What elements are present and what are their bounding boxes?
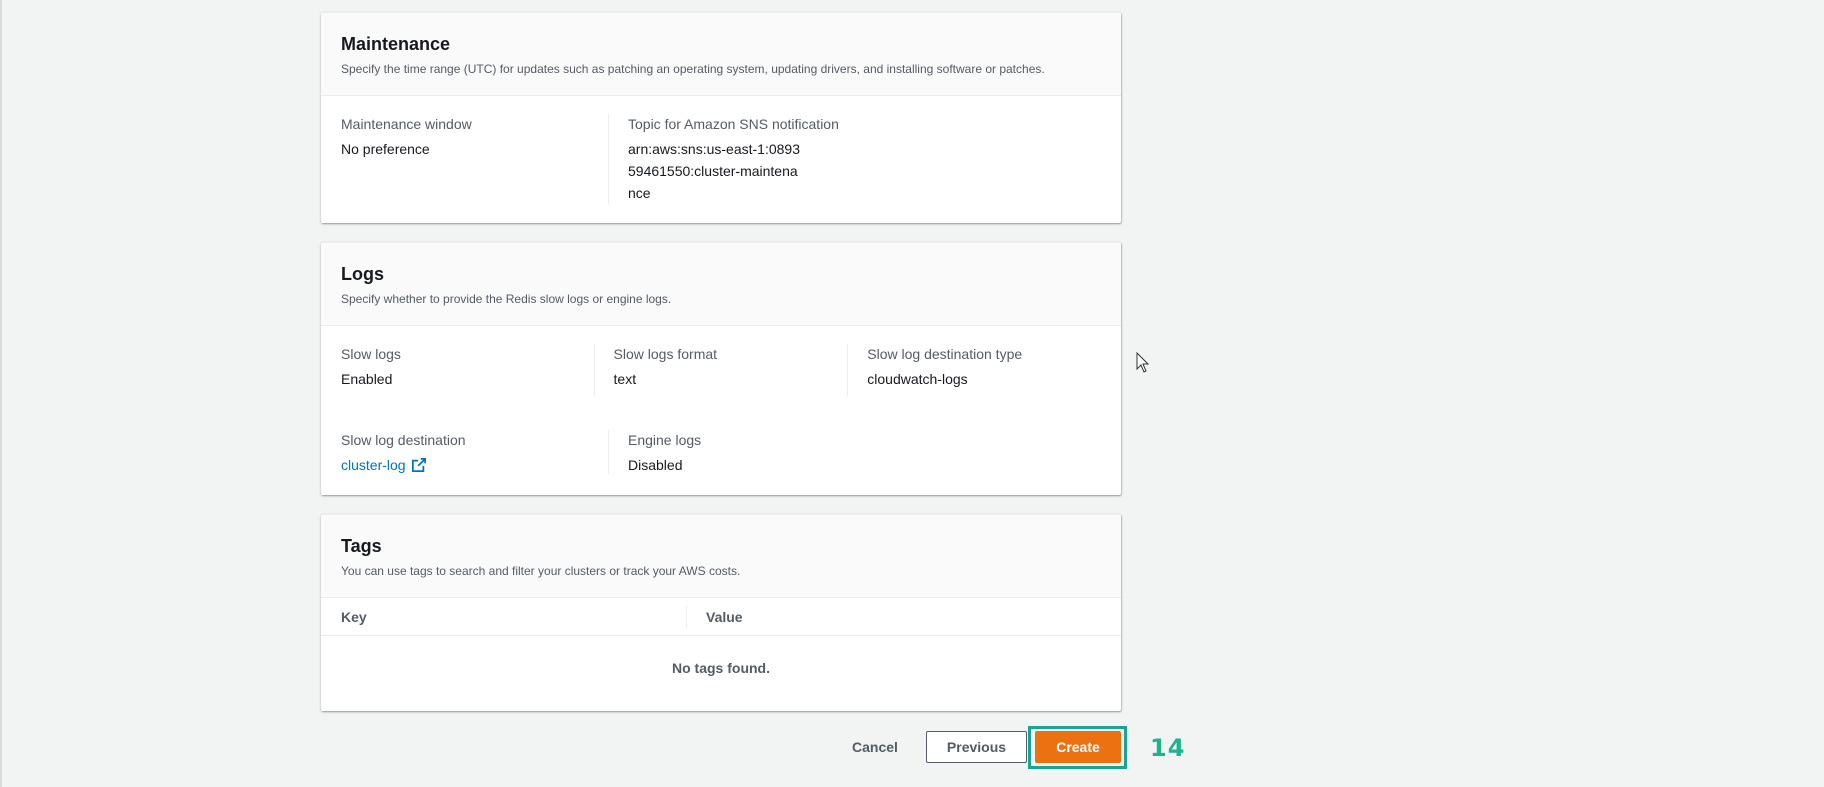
- logs-header: Logs Specify whether to provide the Redi…: [321, 243, 1121, 326]
- engine-logs-item: Engine logs Disabled: [608, 430, 875, 474]
- logs-description: Specify whether to provide the Redis slo…: [341, 292, 672, 306]
- slow-log-destination-label: Slow log destination: [341, 432, 466, 448]
- tags-panel: Tags You can use tags to search and filt…: [321, 514, 1121, 711]
- slow-log-destination-type-value: cloudwatch-logs: [867, 371, 968, 387]
- maintenance-header: Maintenance Specify the time range (UTC)…: [321, 13, 1121, 96]
- cluster-log-link-text: cluster-log: [341, 457, 406, 473]
- create-button[interactable]: Create: [1035, 731, 1121, 763]
- tags-empty-message: No tags found.: [672, 660, 770, 676]
- maintenance-details: Maintenance window No preference Topic f…: [321, 96, 1121, 204]
- tags-header: Tags You can use tags to search and filt…: [321, 515, 1121, 598]
- tags-table-header: Key Value: [321, 598, 1121, 636]
- slow-logs-label: Slow logs: [341, 346, 401, 362]
- page-left-border: [0, 0, 2, 787]
- cancel-button[interactable]: Cancel: [840, 731, 910, 763]
- step-number-label: 14: [1150, 734, 1186, 762]
- logs-details-row-2: Slow log destination cluster-log Engine …: [321, 396, 1121, 474]
- maintenance-window-item: Maintenance window No preference: [341, 114, 608, 204]
- slow-logs-format-label: Slow logs format: [613, 346, 718, 362]
- maintenance-window-value: No preference: [341, 141, 430, 157]
- external-link-icon: [411, 458, 426, 472]
- maintenance-title: Maintenance: [341, 34, 451, 54]
- slow-logs-item: Slow logs Enabled: [341, 344, 594, 396]
- maintenance-panel: Maintenance Specify the time range (UTC)…: [321, 12, 1121, 223]
- logs-title: Logs: [341, 264, 384, 284]
- slow-log-destination-item: Slow log destination cluster-log: [341, 430, 608, 474]
- slow-log-destination-type-label: Slow log destination type: [867, 346, 1023, 362]
- tags-column-key: Key: [341, 608, 367, 625]
- slow-logs-value: Enabled: [341, 371, 393, 387]
- engine-logs-value: Disabled: [628, 457, 683, 473]
- mouse-cursor-icon: [1136, 352, 1150, 373]
- slow-logs-format-item: Slow logs format text: [593, 344, 848, 396]
- maintenance-description: Specify the time range (UTC) for updates…: [341, 62, 1045, 76]
- tags-description: You can use tags to search and filter yo…: [341, 564, 741, 578]
- slow-logs-format-value: text: [613, 371, 637, 387]
- sns-topic-label: Topic for Amazon SNS notification: [628, 116, 839, 132]
- cluster-log-link[interactable]: cluster-log: [341, 454, 426, 476]
- maintenance-window-label: Maintenance window: [341, 116, 472, 132]
- slow-log-destination-value: cluster-log: [341, 454, 588, 476]
- engine-logs-label: Engine logs: [628, 432, 702, 448]
- tags-title: Tags: [341, 536, 382, 556]
- logs-details-row-1: Slow logs Enabled Slow logs format text …: [321, 326, 1121, 396]
- sns-topic-value: arn:aws:sns:us-east-1:089359461550:clust…: [628, 141, 800, 201]
- previous-button[interactable]: Previous: [926, 731, 1027, 763]
- slow-log-destination-type-item: Slow log destination type cloudwatch-log…: [847, 344, 1101, 396]
- sns-topic-item: Topic for Amazon SNS notification arn:aw…: [608, 114, 875, 204]
- tags-column-value: Value: [686, 605, 743, 628]
- logs-panel: Logs Specify whether to provide the Redi…: [321, 242, 1121, 495]
